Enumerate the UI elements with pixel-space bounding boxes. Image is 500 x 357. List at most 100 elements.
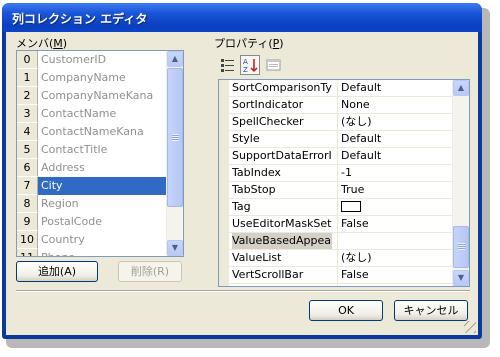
member-index: 0 [17,51,38,69]
ok-button[interactable]: OK [309,300,383,321]
members-scroll-thumb[interactable] [167,68,183,207]
property-row[interactable]: ValueBasedAppeara [229,233,453,250]
list-item[interactable]: 10 Country [17,231,167,249]
property-name: ValueList [232,251,282,264]
property-value[interactable]: Default [337,148,455,164]
categorized-icon[interactable] [218,55,238,75]
members-list[interactable]: 0 CustomerID 1 CompanyName 2 CompanyNameKana 3… [16,50,184,257]
scroll-down-arrow-icon[interactable]: ▼ [453,270,469,286]
property-name: SortIndicator [232,98,304,111]
member-name: ContactName [41,107,117,120]
member-index: 7 [17,177,38,195]
list-item[interactable]: 3 ContactName [17,105,167,123]
properties-label: プロパティ(P) [214,37,284,50]
property-name: ValueBasedAppeara [232,233,332,249]
svg-text:Z: Z [243,66,248,74]
member-index: 2 [17,87,38,105]
properties-scroll-thumb[interactable] [453,226,469,268]
member-index: 10 [17,231,38,249]
remove-button[interactable]: 削除(R) [118,261,182,282]
member-name: PostalCode [41,215,102,228]
list-item[interactable]: 1 CompanyName [17,69,167,87]
property-value[interactable] [337,199,455,215]
resize-grip-icon[interactable] [464,321,476,333]
dialog-client: メンバ(M) 0 CustomerID 1 CompanyName 2 CompanyNa… [6,32,478,335]
property-row[interactable]: Width 102 [229,284,455,286]
member-index: 4 [17,123,38,141]
property-name: UseEditorMaskSetti [232,217,332,230]
member-name: Region [41,197,79,210]
svg-text:A: A [243,58,248,66]
member-index: 8 [17,195,38,213]
property-row[interactable]: SpellChecker (なし) [229,114,453,131]
scroll-up-arrow-icon[interactable]: ▲ [167,51,183,67]
property-name: VertScrollBar [232,268,304,281]
property-value[interactable] [337,233,455,249]
property-row[interactable]: Style Default [229,131,453,148]
property-value[interactable]: False [337,216,455,232]
property-name: SupportDataErrorInf [232,149,332,162]
property-row[interactable]: Tag [229,199,453,216]
property-name: TabStop [232,183,276,196]
property-value[interactable]: (なし) [337,250,455,266]
property-row[interactable]: UseEditorMaskSetti False [229,216,453,233]
property-value[interactable]: Default [337,80,455,96]
tag-swatch-icon [341,200,361,212]
window-title: 列コレクション エディタ [12,12,148,26]
list-item[interactable]: 11Phone [17,249,167,256]
property-row[interactable]: TabStop True [229,182,453,199]
property-row[interactable]: TabIndex -1 [229,165,453,182]
list-item[interactable]: 8 Region [17,195,167,213]
property-name: Width [232,284,332,286]
list-item[interactable]: 0 CustomerID [17,51,167,69]
list-item[interactable]: 9 PostalCode [17,213,167,231]
property-grid-toolbar: A Z [218,55,468,79]
property-name: Style [232,132,260,145]
list-item[interactable]: 5 ContactTitle [17,141,167,159]
footer-separator [16,290,470,292]
add-button[interactable]: 追加(A) [16,261,98,282]
property-value[interactable]: 102 [337,284,455,286]
member-name: City [38,177,170,195]
member-name: Phone [41,249,75,256]
property-grid[interactable]: SortComparisonTyp Default SortIndicator Non… [218,79,470,287]
property-value[interactable]: None [337,97,455,113]
member-name: Country [41,233,85,246]
property-value[interactable]: False [337,267,455,283]
alphabetical-icon[interactable]: A Z [240,55,260,75]
title-bar[interactable]: 列コレクション エディタ [2,3,482,32]
list-item[interactable]: 4 ContactNameKana [17,123,167,141]
property-name: TabIndex [232,166,281,179]
member-index: 6 [17,159,38,177]
property-name: Tag [232,200,251,213]
list-item[interactable]: 7 City [17,177,170,195]
member-index: 3 [17,105,38,123]
member-index: 9 [17,213,38,231]
property-value[interactable]: (なし) [337,114,455,130]
scroll-up-arrow-icon[interactable]: ▲ [453,80,469,96]
member-index: 5 [17,141,38,159]
property-grid-margin [219,80,229,286]
property-value[interactable]: Default [337,131,455,147]
members-scrollbar[interactable]: ▲ ▼ [166,51,183,256]
property-row[interactable]: VertScrollBar False [229,267,453,284]
scroll-down-arrow-icon[interactable]: ▼ [167,240,183,256]
property-row[interactable]: SortComparisonTyp Default [229,80,453,97]
properties-scrollbar[interactable]: ▲ ▼ [452,80,469,286]
property-row[interactable]: SupportDataErrorInf Default [229,148,453,165]
property-pages-icon[interactable] [264,55,284,75]
member-name: CustomerID [41,53,107,66]
list-item[interactable]: 6 Address [17,159,167,177]
member-name: ContactNameKana [41,125,144,138]
property-row[interactable]: SortIndicator None [229,97,453,114]
cancel-button[interactable]: キャンセル [394,300,468,321]
member-name: Address [41,161,85,174]
property-row[interactable]: ValueList (なし) [229,250,453,267]
property-name: SortComparisonTyp [232,81,332,94]
property-value[interactable]: -1 [337,165,455,181]
property-name: SpellChecker [232,115,304,128]
property-value[interactable]: True [337,182,455,198]
list-item[interactable]: 2 CompanyNameKana [17,87,167,105]
member-index: 1 [17,69,38,87]
dialog-window: 列コレクション エディタ メンバ(M) 0 CustomerID 1 CompanyN… [2,3,482,339]
